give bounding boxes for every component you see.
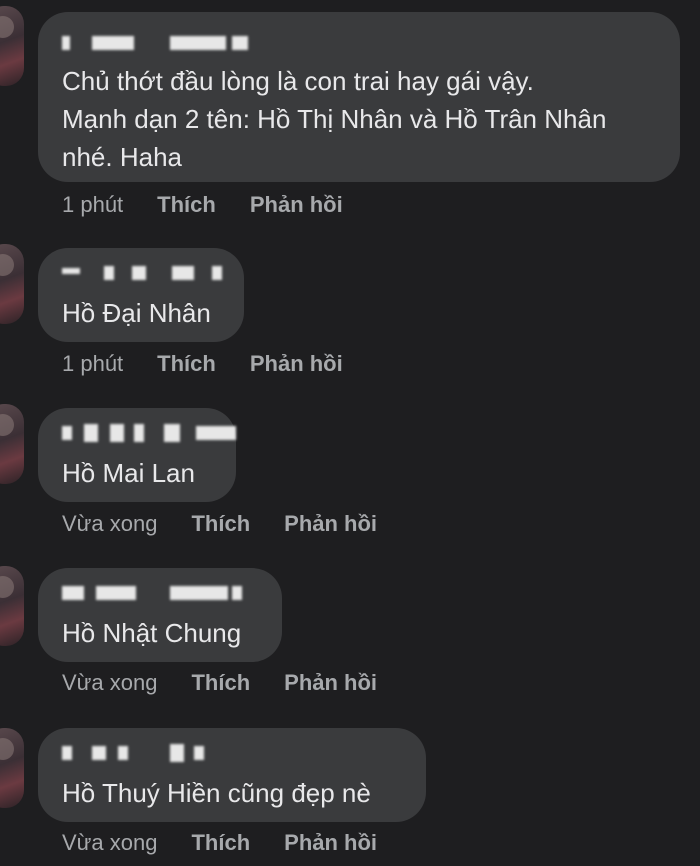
reply-button[interactable]: Phản hồi [284, 830, 377, 856]
comment-bubble[interactable]: Hồ Thuý Hiền cũng đẹp nè [38, 728, 426, 822]
comment-actions: Vừa xong Thích Phản hồi [62, 668, 411, 698]
reply-button[interactable]: Phản hồi [250, 351, 343, 377]
reply-button[interactable]: Phản hồi [284, 670, 377, 696]
like-button[interactable]: Thích [191, 830, 250, 856]
avatar[interactable] [0, 6, 24, 86]
comment-timestamp: Vừa xong [62, 670, 158, 695]
comment-bubble[interactable]: Hồ Đại Nhân [38, 248, 244, 342]
comment-text: Hồ Mai Lan [62, 458, 195, 488]
comment-actions: 1 phút Thích Phản hồi [62, 349, 377, 379]
comment-actions: Vừa xong Thích Phản hồi [62, 509, 411, 539]
comment-text: Hồ Đại Nhân [62, 298, 211, 328]
comment-text-line: Chủ thớt đầu lòng là con trai hay gái vậ… [62, 66, 534, 96]
comment-text-line: nhé. Haha [62, 142, 182, 172]
avatar[interactable] [0, 728, 24, 808]
comment-bubble[interactable]: Hồ Nhật Chung [38, 568, 282, 662]
comment-text-line: Mạnh dạn 2 tên: Hồ Thị Nhân và Hồ Trân N… [62, 104, 607, 134]
comment-timestamp: 1 phút [62, 192, 124, 217]
comment-bubble[interactable]: Chủ thớt đầu lòng là con trai hay gái vậ… [38, 12, 680, 182]
comment-actions: Vừa xong Thích Phản hồi [62, 828, 411, 858]
like-button[interactable]: Thích [191, 511, 250, 537]
comment-timestamp: Vừa xong [62, 511, 158, 536]
comment-text: Hồ Thuý Hiền cũng đẹp nè [62, 778, 371, 808]
comment-timestamp: 1 phút [62, 351, 124, 376]
like-button[interactable]: Thích [157, 192, 216, 218]
avatar[interactable] [0, 244, 24, 324]
like-button[interactable]: Thích [191, 670, 250, 696]
reply-button[interactable]: Phản hồi [284, 511, 377, 537]
comment-thread: Chủ thớt đầu lòng là con trai hay gái vậ… [0, 0, 700, 866]
like-button[interactable]: Thích [157, 351, 216, 377]
reply-button[interactable]: Phản hồi [250, 192, 343, 218]
comment-text: Hồ Nhật Chung [62, 618, 242, 648]
comment-timestamp: Vừa xong [62, 830, 158, 855]
avatar[interactable] [0, 404, 24, 484]
avatar[interactable] [0, 566, 24, 646]
comment-bubble[interactable]: Hồ Mai Lan [38, 408, 236, 502]
comment-actions: 1 phút Thích Phản hồi [62, 190, 377, 220]
